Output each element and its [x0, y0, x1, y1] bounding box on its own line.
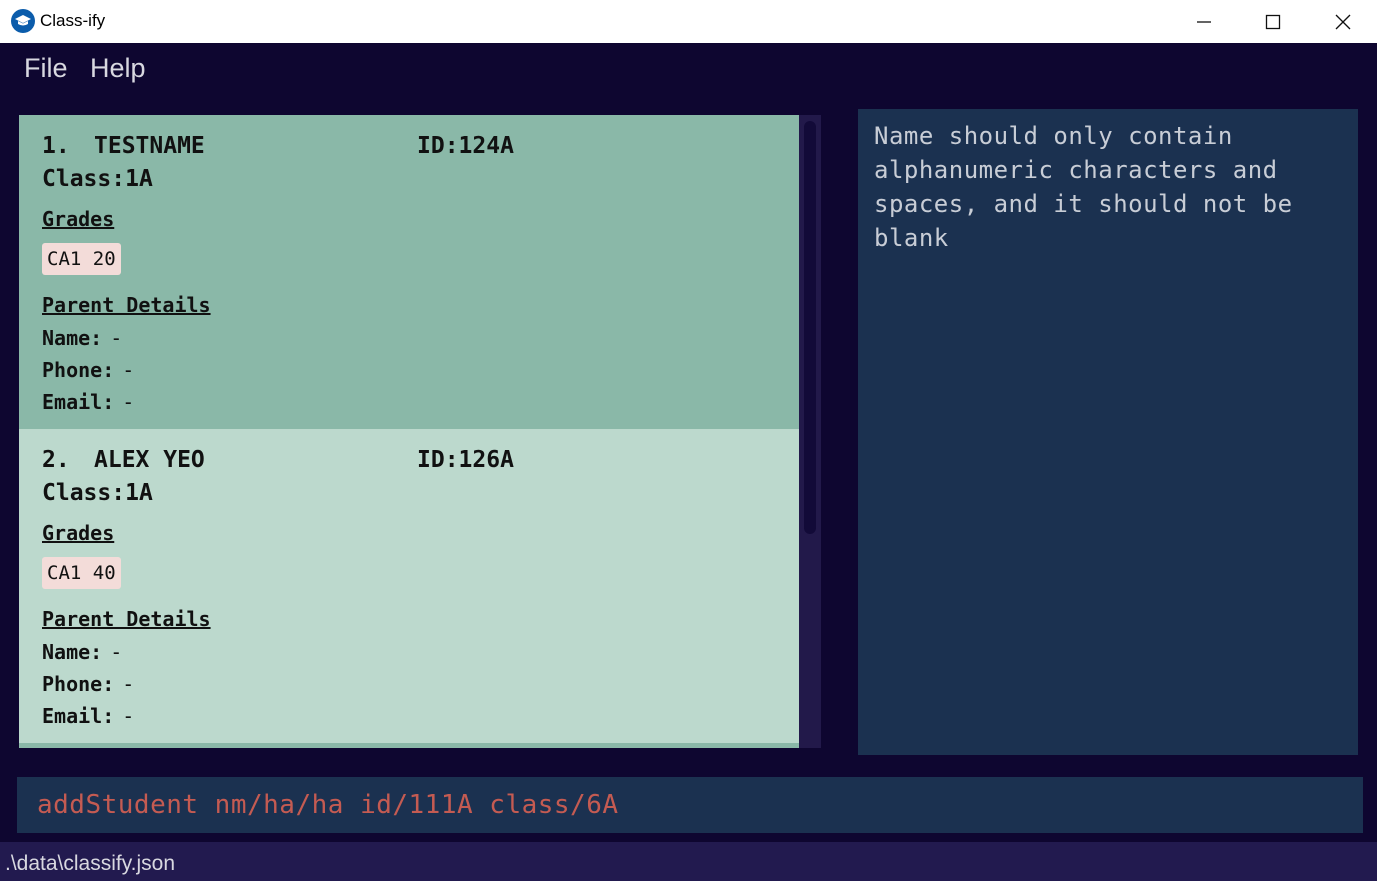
student-class: Class:1A [42, 166, 153, 192]
scrollbar-thumb[interactable] [804, 121, 816, 534]
student-class: Class:1A [42, 480, 153, 506]
result-message: Name should only contain alphanumeric ch… [874, 122, 1293, 252]
minimize-button[interactable] [1169, 0, 1239, 43]
graduation-cap-icon [11, 9, 35, 33]
result-display: Name should only contain alphanumeric ch… [858, 109, 1358, 755]
window-title: Class-ify [40, 11, 106, 30]
student-card[interactable]: 2. ALEX YEO ID:126A Class:1A Grades CA1 … [19, 429, 799, 743]
save-file-path: .\data\classify.json [5, 852, 176, 875]
list-scrollbar[interactable] [799, 115, 821, 748]
parent-phone: Phone: - [42, 358, 135, 382]
student-id: ID:124A [417, 133, 514, 159]
close-icon [1335, 14, 1351, 29]
parent-name: Name: - [42, 640, 123, 664]
maximize-button[interactable] [1238, 0, 1308, 43]
student-card[interactable]: 1. TESTNAME ID:124A Class:1A Grades CA1 … [19, 115, 799, 429]
command-input[interactable] [37, 777, 1337, 833]
grades-heading: Grades [42, 207, 115, 231]
student-id: ID:126A [417, 447, 514, 473]
student-name: ALEX YEO [94, 447, 205, 473]
student-index: 1. [42, 133, 70, 159]
student-name: TESTNAME [94, 133, 205, 159]
grade-tag: CA1 40 [42, 557, 121, 589]
parent-details-heading: Parent Details [42, 607, 211, 631]
minimize-icon [1197, 20, 1211, 23]
close-button[interactable] [1308, 0, 1377, 43]
student-index: 2. [42, 447, 70, 473]
maximize-icon [1265, 14, 1281, 29]
parent-email: Email: - [42, 390, 135, 414]
parent-details-heading: Parent Details [42, 293, 211, 317]
status-bar: .\data\classify.json [0, 842, 1377, 881]
student-card-partial[interactable] [19, 743, 799, 748]
command-box[interactable] [17, 777, 1363, 833]
menu-help[interactable]: Help [90, 53, 146, 84]
menu-file[interactable]: File [24, 53, 68, 84]
menu-bar: File Help [0, 43, 1377, 99]
title-bar: Class-ify [0, 0, 1377, 43]
grade-tag: CA1 20 [42, 243, 121, 275]
parent-email: Email: - [42, 704, 135, 728]
grades-heading: Grades [42, 521, 115, 545]
student-list[interactable]: 1. TESTNAME ID:124A Class:1A Grades CA1 … [19, 115, 821, 748]
parent-name: Name: - [42, 326, 123, 350]
parent-phone: Phone: - [42, 672, 135, 696]
